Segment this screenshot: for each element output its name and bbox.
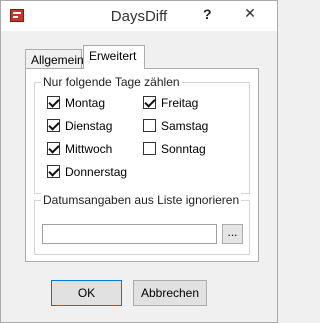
dialog-window: DaysDiff ? ✕ Allgemein Erweitert Nur fol…: [0, 0, 278, 323]
browse-button[interactable]: ...: [222, 224, 243, 244]
checkbox-box[interactable]: [47, 96, 60, 109]
checkbox-box[interactable]: [47, 165, 60, 178]
checkbox-label: Donnerstag: [65, 165, 128, 179]
checkbox-box[interactable]: [143, 142, 156, 155]
checkbox-box[interactable]: [47, 119, 60, 132]
title-bar: DaysDiff ? ✕: [1, 1, 277, 31]
tab-allgemein[interactable]: Allgemein: [25, 49, 84, 68]
cancel-button[interactable]: Abbrechen: [133, 280, 207, 306]
ok-button[interactable]: OK: [51, 280, 122, 306]
checkbox-label: Samstag: [161, 119, 209, 133]
ignore-list-legend: Datumsangaben aus Liste ignorieren: [41, 193, 242, 207]
ignore-list-path-input[interactable]: [42, 224, 217, 244]
help-button[interactable]: ?: [203, 6, 212, 22]
checkbox-label: Montag: [65, 96, 106, 110]
checkbox-box[interactable]: [143, 119, 156, 132]
checkbox-label: Sonntag: [161, 142, 206, 156]
tab-panel-erweitert: Nur folgende Tage zählen Montag Dienstag…: [25, 68, 259, 262]
ignore-list-groupbox: Datumsangaben aus Liste ignorieren ...: [34, 193, 250, 255]
days-groupbox: Nur folgende Tage zählen Montag Dienstag…: [34, 75, 250, 194]
checkbox-box[interactable]: [47, 142, 60, 155]
checkbox-label: Dienstag: [65, 119, 113, 133]
checkbox-label: Mittwoch: [65, 142, 113, 156]
days-group-legend: Nur folgende Tage zählen: [41, 75, 182, 89]
tab-erweitert[interactable]: Erweitert: [83, 45, 145, 69]
checkbox-box[interactable]: [143, 96, 156, 109]
checkbox-label: Freitag: [161, 96, 199, 110]
close-button[interactable]: ✕: [227, 3, 273, 23]
